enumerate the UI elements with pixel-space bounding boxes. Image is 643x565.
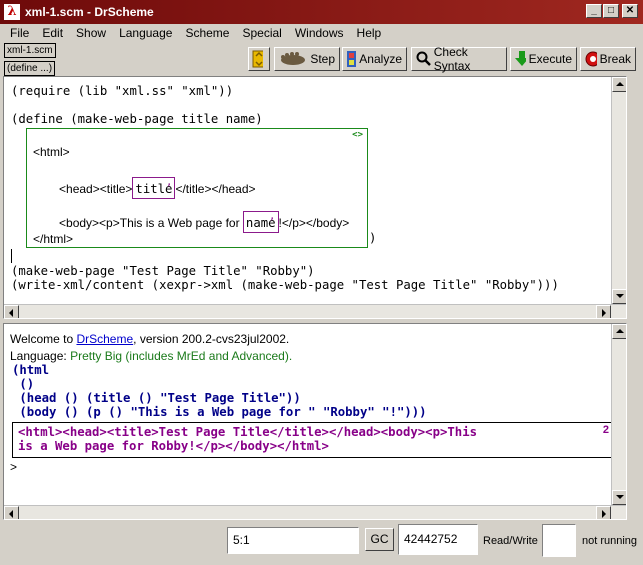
definitions-horizontal-scrollbar[interactable] [4,304,626,318]
scroll-left-arrow-icon[interactable] [4,506,19,519]
result-line-4: (body () (p () "This is a Web page for "… [12,405,427,419]
language-value: Pretty Big (includes MrEd and Advanced). [70,349,293,363]
repl-prompt[interactable]: > [10,460,17,474]
xml-body-line: <body><p>This is a Web page for name, !</… [39,197,349,247]
file-tab-button[interactable]: xml-1.scm [4,43,56,58]
result-line-3: (head () (title () "Test Page Title")) [12,391,301,405]
output-line-1: <html><head><title>Test Page Title</titl… [18,425,478,439]
language-line: Language: Pretty Big (includes MrEd and … [10,349,292,363]
read-write-mode: Read/Write [483,535,538,547]
xml-html-close: </html> [33,232,74,246]
check-syntax-button[interactable]: Check Syntax [411,45,507,73]
window-title: xml-1.scm - DrScheme [25,5,154,19]
welcome-prefix: Welcome to [10,332,77,346]
welcome-suffix: , version 200.2-cvs23jul2002. [133,332,290,346]
output-port-marker: 2 [602,424,609,436]
execute-button[interactable]: Execute [510,47,577,71]
scroll-up-arrow-icon[interactable] [612,324,626,339]
scroll-down-arrow-icon[interactable] [612,289,626,304]
interactions-vertical-scrollbar[interactable] [611,324,626,505]
minimize-button[interactable]: _ [586,4,602,18]
xml-head-pre: <head><title> [59,182,133,196]
scroll-down-arrow-icon[interactable] [612,490,626,505]
scroll-right-arrow-icon[interactable] [596,305,611,318]
maximize-button[interactable]: □ [603,4,619,18]
cursor-position-field: 5:1 [227,527,359,554]
title-bar: λ xml-1.scm - DrScheme [0,0,643,24]
break-button[interactable]: Break [580,47,636,71]
drscheme-link[interactable]: DrScheme [76,332,133,346]
save-icon [252,50,263,68]
scroll-right-arrow-icon[interactable] [596,506,611,519]
code-line-call: (make-web-page "Test Page Title" "Robby"… [11,264,315,278]
analyze-button[interactable]: Analyze [342,47,407,71]
running-status: not running [582,535,638,547]
analyze-label: Analyze [359,52,402,66]
scroll-up-arrow-icon[interactable] [612,77,626,92]
stop-icon [585,51,597,67]
code-close-paren: ) [369,231,377,245]
menu-windows[interactable]: Windows [289,26,351,40]
output-box: <html><head><title>Test Page Title</titl… [12,422,615,458]
menu-help[interactable]: Help [351,26,389,40]
footprint-icon [281,52,305,65]
scroll-left-arrow-icon[interactable] [4,305,19,318]
result-line-2: () [12,377,35,391]
menu-show[interactable]: Show [70,26,113,40]
code-line-define: (define (make-web-page title name) [11,112,263,126]
code-line-require: (require (lib "xml.ss" "xml")) [11,84,234,98]
analyze-icon [347,51,357,67]
output-line-2: is a Web page for Robby!</p></body></htm… [18,439,329,453]
xml-html-open: <html> [33,145,70,159]
xml-box[interactable]: <> <html> <head><title> title, </title></h… [26,128,368,248]
drscheme-lambda-icon[interactable]: λ [4,4,20,20]
break-label: Break [599,52,631,66]
result-line-1: (html [12,363,50,377]
menu-edit[interactable]: Edit [36,26,70,40]
activity-indicator [542,524,576,557]
menu-file[interactable]: File [4,26,36,40]
xml-box-marker: <> [352,130,363,140]
definitions-pane[interactable]: (require (lib "xml.ss" "xml")) (define (… [3,76,627,319]
step-label: Step [310,52,335,66]
execute-label: Execute [528,52,572,66]
menu-special[interactable]: Special [236,26,288,40]
welcome-line: Welcome to DrScheme, version 200.2-cvs23… [10,332,289,346]
menu-bar: File Edit Show Language Scheme Special W… [0,24,643,42]
interactions-pane[interactable]: Welcome to DrScheme, version 200.2-cvs23… [3,323,627,520]
code-line-write: (write-xml/content (xexpr->xml (make-web… [11,278,559,292]
definitions-vertical-scrollbar[interactable] [611,77,626,304]
save-button[interactable] [248,47,270,71]
xml-body-pre: <body><p>This is a Web page for [59,216,243,230]
menu-scheme[interactable]: Scheme [179,26,236,40]
language-prefix: Language: [10,349,71,363]
step-button[interactable]: Step [274,47,340,71]
xml-body-post: !</p></body> [278,216,350,230]
text-cursor [11,249,12,263]
gc-button[interactable]: GC [365,528,394,551]
magnifier-icon [416,51,431,66]
title-unquote-box[interactable]: title, [132,175,176,199]
menu-language[interactable]: Language [113,26,179,40]
check-syntax-label: Check Syntax [433,45,471,73]
define-menu-button[interactable]: (define ...) [4,61,56,76]
execute-arrow-icon [515,51,526,66]
interactions-horizontal-scrollbar[interactable] [4,505,626,519]
memory-usage-field: 42442752 [398,524,478,555]
name-unquote-box[interactable]: name, [242,209,279,233]
xml-head-post: </title></head> [175,182,256,196]
close-button[interactable]: ✕ [622,4,638,18]
